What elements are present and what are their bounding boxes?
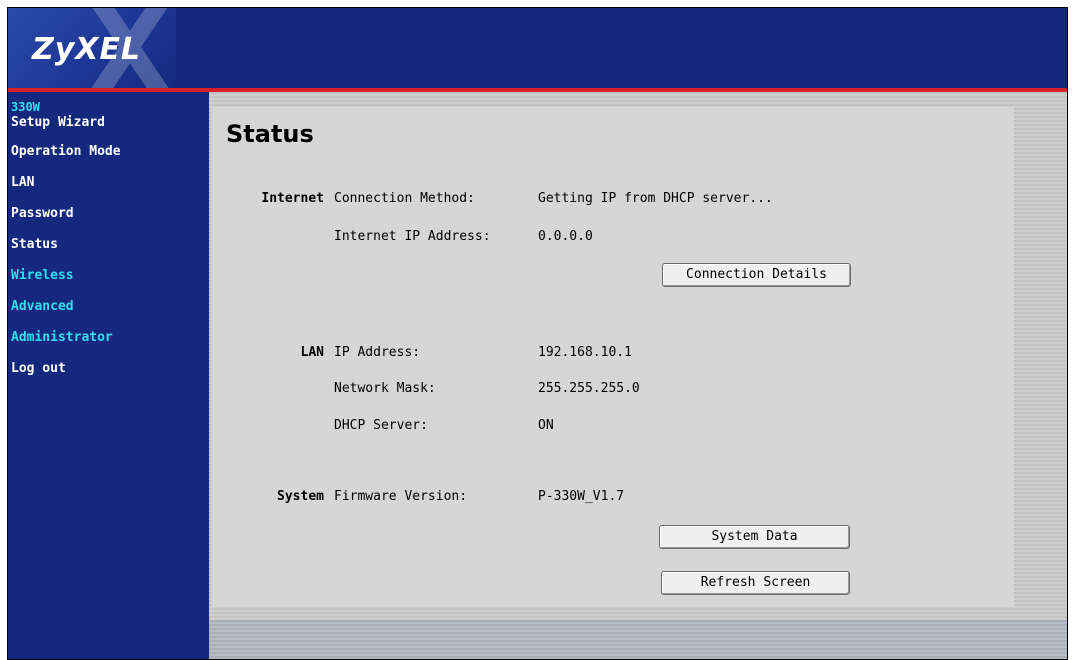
dhcp-server-value: ON	[538, 418, 554, 433]
network-mask-value: 255.255.255.0	[538, 381, 640, 396]
logo: ZyXEL	[8, 8, 176, 88]
sidebar-item-operation-mode[interactable]: Operation Mode	[8, 136, 209, 167]
dhcp-server-label: DHCP Server:	[334, 418, 428, 433]
sidebar-item-lan[interactable]: LAN	[8, 167, 209, 198]
sidebar-item-administrator[interactable]: Administrator	[8, 322, 209, 353]
sidebar-item-log-out[interactable]: Log out	[8, 353, 209, 384]
header-bar: ZyXEL	[8, 8, 1067, 88]
sidebar-model-label: 330W	[11, 100, 40, 114]
network-mask-label: Network Mask:	[334, 381, 436, 396]
sidebar-item-password[interactable]: Password	[8, 198, 209, 229]
sidebar: 330W Setup Wizard Operation Mode LAN Pas…	[8, 92, 209, 659]
firmware-version-value: P-330W_V1.7	[538, 489, 625, 504]
page-title: Status	[226, 120, 314, 148]
sidebar-item-setup-wizard[interactable]: Setup Wizard	[8, 114, 209, 136]
connection-details-button[interactable]: Connection Details	[662, 263, 851, 287]
lan-ip-value: 192.168.10.1	[538, 345, 632, 360]
connection-method-value: Getting IP from DHCP server...	[538, 191, 773, 206]
lan-ip-label: IP Address:	[334, 345, 421, 360]
system-data-button[interactable]: System Data	[659, 525, 850, 549]
system-section-label: System	[277, 489, 324, 504]
internet-section-label: Internet	[261, 191, 324, 206]
firmware-version-label: Firmware Version:	[334, 489, 468, 504]
lan-section-label: LAN	[300, 345, 324, 360]
sidebar-item-wireless[interactable]: Wireless	[8, 260, 209, 291]
refresh-screen-button[interactable]: Refresh Screen	[661, 571, 850, 595]
logo-text: ZyXEL	[32, 32, 142, 67]
connection-method-label: Connection Method:	[334, 191, 475, 206]
content-footer-band	[209, 620, 1067, 659]
internet-ip-value: 0.0.0.0	[538, 229, 593, 244]
sidebar-item-status[interactable]: Status	[8, 229, 209, 260]
sidebar-item-advanced[interactable]: Advanced	[8, 291, 209, 322]
internet-ip-label: Internet IP Address:	[334, 229, 491, 244]
